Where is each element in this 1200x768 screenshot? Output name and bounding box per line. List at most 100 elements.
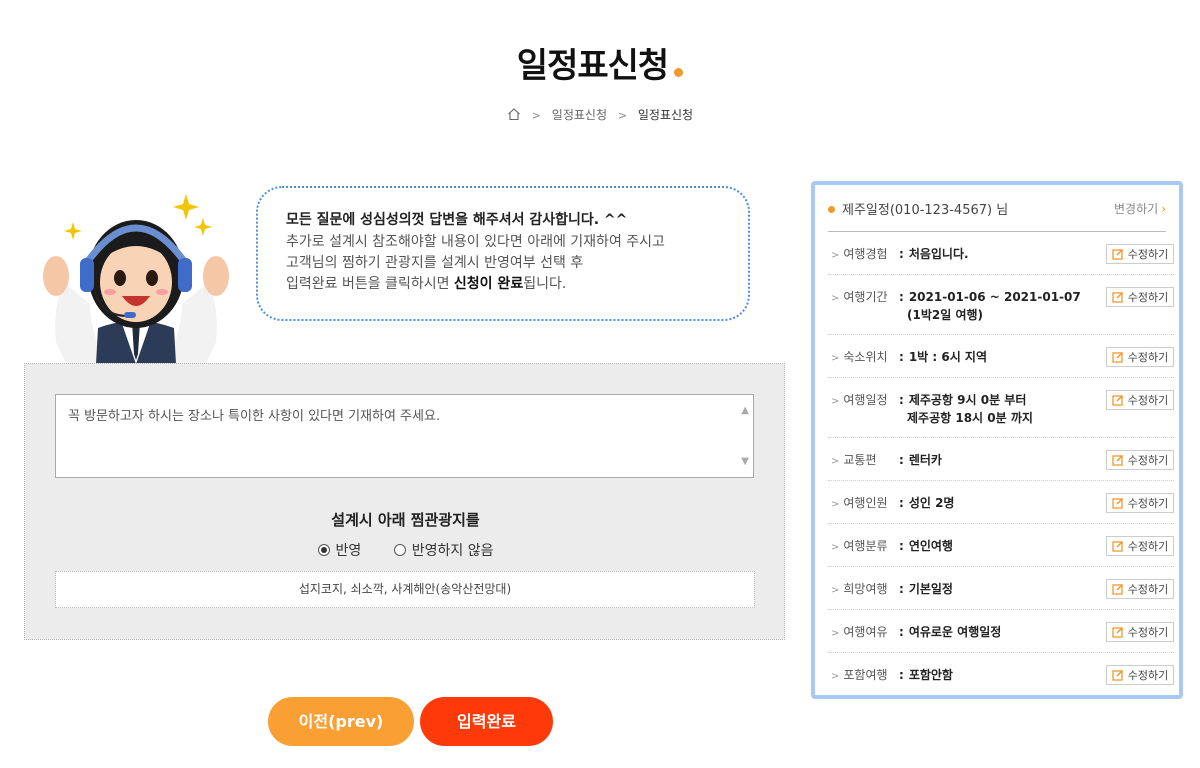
chevron-right-icon: > (831, 628, 840, 639)
home-icon[interactable] (507, 107, 521, 121)
row-label-text: 여행경험 (843, 247, 888, 261)
chevron-right-icon: > (831, 671, 840, 682)
row-value-text: 포함안함 (908, 668, 953, 682)
edit-button[interactable]: 수정하기 (1106, 450, 1174, 470)
row-value-text: 여유로운 여행일정 (908, 625, 1002, 639)
memo-placeholder: 꼭 방문하고자 하시는 장소나 특이한 사항이 있다면 기재하여 주세요. (68, 409, 441, 424)
chevron-right-icon: > (831, 353, 840, 364)
guide-speech-bubble: 모든 질문에 성심성의껏 답변을 해주셔서 감사합니다. ^^ 추가로 설계시 … (256, 186, 750, 321)
edit-button-label: 수정하기 (1127, 540, 1169, 553)
row-value: : 제주공항 9시 0분 부터 제주공항 18시 0분 까지 (899, 393, 1033, 425)
row-value: :1박 : 6시 지역 (899, 350, 988, 364)
chevron-right-icon: > (831, 585, 840, 596)
change-link-label: 변경하기 (1114, 201, 1159, 216)
summary-header: 제주일정(010-123-4567) 님 변경하기 › (828, 185, 1166, 232)
wishlist-spots-box: 섭지코지, 쇠소깍, 사계해안(송악산전망대) (55, 571, 755, 608)
edit-button[interactable]: 수정하기 (1106, 244, 1174, 264)
edit-button-label: 수정하기 (1127, 394, 1169, 407)
row-value-text-2: (1박2일 여행) (907, 308, 984, 322)
edit-button[interactable]: 수정하기 (1106, 665, 1174, 685)
row-value-text-2: 제주공항 18시 0분 까지 (907, 411, 1033, 425)
row-label: > 여행인원 (831, 494, 888, 511)
bubble-line-4-post: 됩니다. (523, 276, 567, 292)
edit-button-label: 수정하기 (1127, 454, 1169, 467)
customer-name: 제주일정(010-123-4567) 님 (828, 199, 1008, 218)
edit-button[interactable]: 수정하기 (1106, 287, 1174, 307)
radio-reflect-no-label: 반영하지 않음 (411, 543, 494, 559)
bubble-line-3: 고객님의 찜하기 관광지를 설계시 반영여부 선택 후 (286, 255, 584, 271)
summary-row: > 여행일정 : 제주공항 9시 0분 부터 제주공항 18시 0분 까지 수정하기 (828, 378, 1174, 438)
edit-button-label: 수정하기 (1127, 248, 1169, 261)
summary-row: > 여행인원 : 성인 2명 수정하기 (828, 481, 1174, 524)
edit-icon (1112, 351, 1123, 363)
row-value-text: 1박 : 6시 지역 (908, 350, 988, 364)
row-label-text: 여행여유 (843, 625, 888, 639)
chevron-right-icon: > (831, 396, 840, 407)
bubble-line-4-strong: 신청이 완료 (453, 276, 524, 292)
chevron-right-icon: > (831, 456, 840, 467)
radio-reflect-yes[interactable]: 반영 (317, 540, 362, 560)
row-label-text: 교통편 (843, 453, 877, 467)
row-value-text: 렌터카 (908, 453, 942, 467)
edit-button-label: 수정하기 (1127, 583, 1169, 596)
row-value: : 기본일정 (899, 582, 953, 596)
row-label-text: 여행인원 (843, 496, 888, 510)
submit-button[interactable]: 입력완료 (420, 697, 553, 746)
breadcrumb: > 일정표신청 > 일정표신청 (0, 106, 1200, 123)
chevron-right-icon: > (617, 109, 628, 122)
row-value: :2021-01-06 ~ 2021-01-07 (1박2일 여행) (899, 290, 1081, 322)
edit-button[interactable]: 수정하기 (1106, 390, 1174, 410)
page-title-text: 일정표신청 (516, 46, 669, 86)
edit-icon (1112, 248, 1123, 260)
chevron-right-icon: › (1161, 201, 1166, 216)
breadcrumb-item-current: 일정표신청 (637, 108, 694, 122)
row-label: > 희망여행 (831, 580, 888, 597)
row-value-text: 제주공항 9시 0분 부터 (908, 393, 1027, 407)
summary-row: > 희망여행 : 기본일정 수정하기 (828, 567, 1174, 610)
bubble-line-4-pre: 입력완료 버튼을 클릭하시면 (286, 276, 454, 292)
change-link[interactable]: 변경하기 › (1114, 200, 1166, 217)
row-label-text: 여행일정 (843, 393, 888, 407)
edit-button[interactable]: 수정하기 (1106, 536, 1174, 556)
chevron-right-icon: > (831, 499, 840, 510)
radio-reflect-yes-label: 반영 (335, 543, 362, 559)
chevron-right-icon: > (831, 293, 840, 304)
breadcrumb-item-1[interactable]: 일정표신청 (552, 108, 607, 122)
row-value-text: 2021-01-06 ~ 2021-01-07 (908, 290, 1081, 304)
summary-row: > 여행기간 :2021-01-06 ~ 2021-01-07 (1박2일 여행) … (828, 275, 1174, 335)
summary-row: > 포함여행 : 포함안함 수정하기 (828, 653, 1174, 696)
radio-reflect-no[interactable]: 반영하지 않음 (393, 540, 494, 560)
edit-icon (1112, 583, 1123, 595)
row-label: > 숙소위치 (831, 348, 888, 365)
customer-name-text: 제주일정(010-123-4567) 님 (842, 202, 1009, 218)
bubble-line-2: 추가로 설계시 참조해야할 내용이 있다면 아래에 기재하여 주시고 (286, 234, 665, 250)
edit-button[interactable]: 수정하기 (1106, 347, 1174, 367)
edit-icon (1112, 291, 1123, 303)
summary-row: > 여행경험 : 처음입니다. 수정하기 (828, 232, 1174, 275)
edit-button[interactable]: 수정하기 (1106, 579, 1174, 599)
scroll-down-icon[interactable]: ▼ (741, 456, 749, 467)
row-value: : 처음입니다. (899, 247, 969, 261)
edit-button[interactable]: 수정하기 (1106, 493, 1174, 513)
chevron-right-icon: > (831, 250, 840, 261)
row-value-text: 연인여행 (908, 539, 953, 553)
row-value: : 여유로운 여행일정 (899, 625, 1002, 639)
reflect-question-label: 설계시 아래 찜관광지를 (331, 511, 480, 529)
trip-summary-panel: 제주일정(010-123-4567) 님 변경하기 › > 여행경험 : 처음입니다.… (811, 181, 1183, 699)
edit-button-label: 수정하기 (1127, 669, 1169, 682)
edit-icon (1112, 669, 1123, 681)
row-value-text: 성인 2명 (908, 496, 955, 510)
row-label-text: 여행기간 (843, 290, 888, 304)
reflect-radio-group: 반영 반영하지 않음 (25, 540, 786, 560)
row-label-text: 여행분류 (843, 539, 888, 553)
edit-button-label: 수정하기 (1127, 351, 1169, 364)
memo-textarea[interactable]: 꼭 방문하고자 하시는 장소나 특이한 사항이 있다면 기재하여 주세요. ▲ … (55, 394, 754, 478)
edit-button[interactable]: 수정하기 (1106, 622, 1174, 642)
prev-button[interactable]: 이전(prev) (268, 697, 414, 746)
summary-row: > 교통편 : 렌터카 수정하기 (828, 438, 1174, 481)
row-label: > 교통편 (831, 451, 877, 468)
chevron-right-icon: > (831, 542, 840, 553)
title-dot (674, 68, 684, 77)
scroll-up-icon[interactable]: ▲ (741, 405, 749, 416)
edit-icon (1112, 497, 1123, 509)
